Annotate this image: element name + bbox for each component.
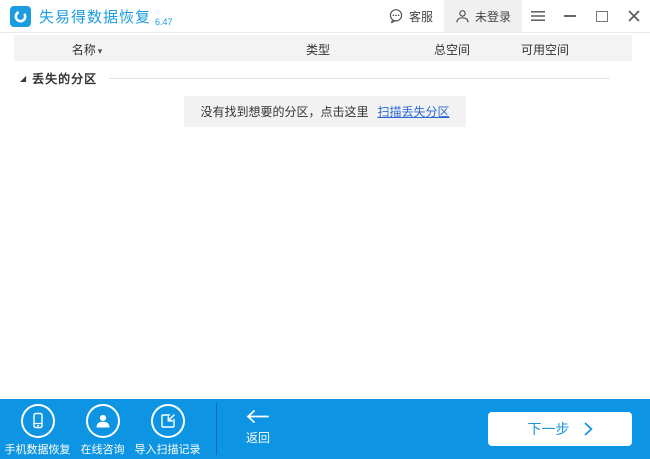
- customer-service-button[interactable]: 客服: [377, 0, 444, 32]
- app-logo-icon: [10, 5, 31, 27]
- app-version: 6.47: [155, 17, 173, 27]
- expand-triangle-icon[interactable]: ◢: [20, 74, 26, 83]
- scan-lost-partition-link[interactable]: 扫描丢失分区: [378, 103, 450, 120]
- import-scan-records-button[interactable]: 导入扫描记录: [134, 399, 201, 459]
- login-button[interactable]: 未登录: [443, 0, 522, 32]
- close-button[interactable]: [618, 0, 650, 32]
- login-status-label: 未登录: [474, 9, 511, 24]
- partition-table-header: 名称 ▾ 类型 总空间 可用空间: [14, 35, 632, 61]
- close-icon: [628, 10, 640, 22]
- online-consult-button[interactable]: 在线咨询: [70, 399, 135, 459]
- empty-message-text: 没有找到想要的分区，点击这里: [200, 105, 369, 119]
- lost-partitions-section: ◢ 丢失的分区: [20, 70, 610, 87]
- user-icon: [456, 9, 469, 22]
- next-step-label: 下一步: [527, 421, 570, 437]
- phone-recovery-label: 手机数据恢复: [4, 444, 71, 456]
- online-consult-icon: [85, 404, 120, 438]
- app-title: 失易得数据恢复: [39, 8, 152, 26]
- next-chevron-icon: [584, 422, 592, 436]
- hamburger-icon: [531, 11, 545, 21]
- customer-service-label: 客服: [408, 9, 433, 24]
- maximize-button[interactable]: [586, 0, 618, 32]
- phone-recovery-icon: [20, 404, 55, 438]
- title-bar: 失易得数据恢复 6.47 客服 未登录: [0, 0, 650, 33]
- maximize-icon: [596, 10, 608, 22]
- menu-button[interactable]: [522, 0, 554, 32]
- phone-data-recovery-button[interactable]: 手机数据恢复: [4, 399, 71, 459]
- sort-dropdown-icon: ▾: [97, 46, 103, 56]
- column-header-total-space: 总空间: [433, 43, 471, 57]
- back-button[interactable]: 返回: [229, 399, 287, 459]
- minimize-button[interactable]: [554, 0, 586, 32]
- next-step-button[interactable]: 下一步: [488, 412, 632, 446]
- bottom-toolbar: 手机数据恢复 在线咨询 导入扫描记录 返回 下一步: [0, 399, 650, 459]
- app-window: 失易得数据恢复 6.47 客服 未登录 名称 ▾ 类型 总空间 可用空间 ◢ 丢…: [0, 0, 650, 459]
- lost-partitions-label[interactable]: 丢失的分区: [32, 70, 97, 87]
- online-consult-label: 在线咨询: [80, 444, 125, 456]
- column-header-free-space: 可用空间: [520, 43, 570, 57]
- column-header-type: 类型: [305, 43, 331, 57]
- toolbar-divider: [216, 403, 217, 455]
- import-records-label: 导入扫描记录: [134, 444, 201, 456]
- column-header-name[interactable]: 名称 ▾: [72, 41, 103, 58]
- back-arrow-icon: [247, 410, 269, 423]
- chat-bubble-icon: [389, 9, 403, 24]
- minimize-icon: [564, 15, 576, 17]
- section-divider: [109, 78, 610, 79]
- content-area: [0, 127, 650, 399]
- import-records-icon: [150, 404, 185, 438]
- back-label: 返回: [245, 431, 270, 445]
- empty-partition-message: 没有找到想要的分区，点击这里 扫描丢失分区: [184, 96, 466, 127]
